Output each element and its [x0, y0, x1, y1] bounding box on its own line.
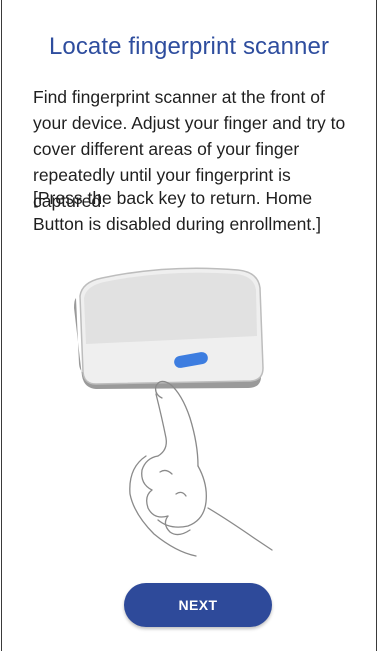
next-button[interactable]: NEXT [124, 583, 272, 627]
page-title: Locate fingerprint scanner [48, 33, 330, 60]
enrollment-screen: Locate fingerprint scanner Find fingerpr… [1, 0, 377, 651]
phone-screen [84, 272, 257, 344]
fingerprint-scanner-illustration-icon [74, 267, 273, 557]
back-key-note: [Press the back key to return. Home Butt… [33, 188, 321, 234]
hand-line-art [129, 380, 273, 557]
